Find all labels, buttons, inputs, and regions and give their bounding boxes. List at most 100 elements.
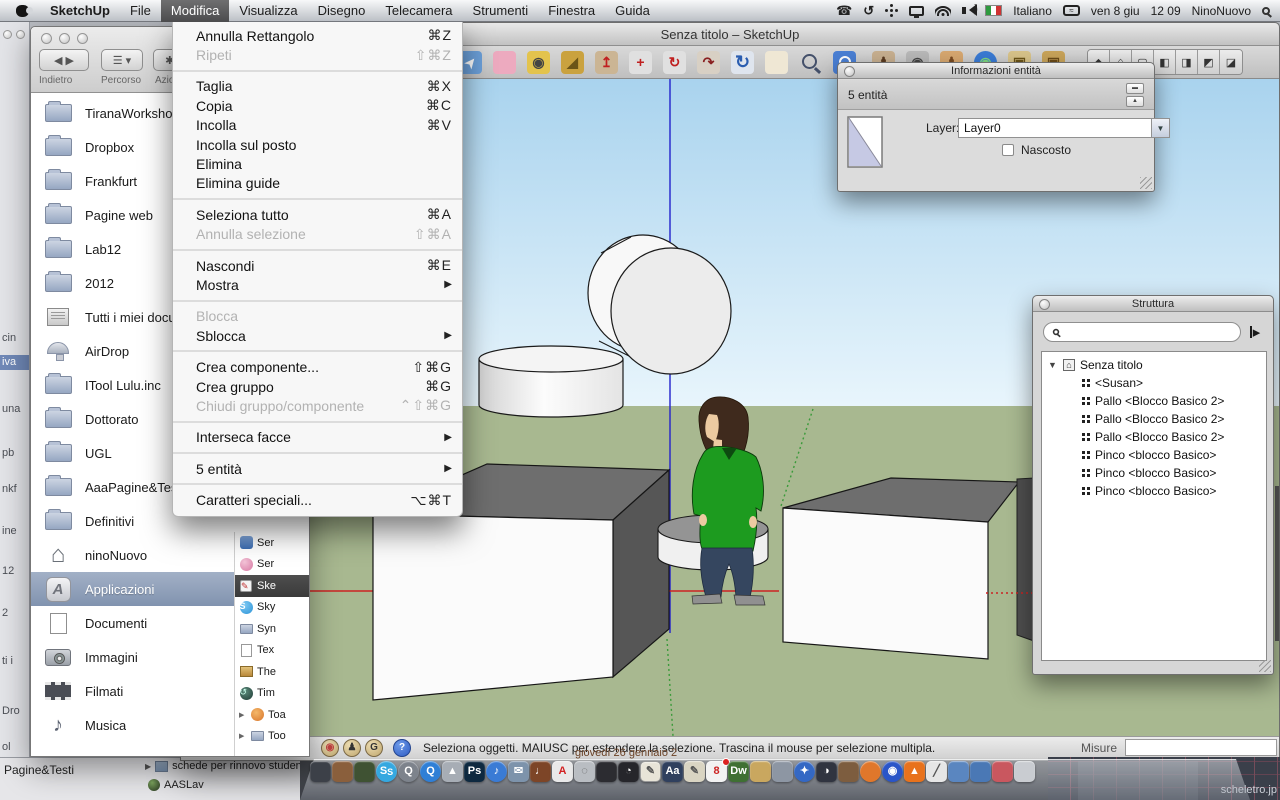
outliner-search-field[interactable] [1043, 322, 1241, 342]
iphoto-icon[interactable] [596, 761, 617, 782]
menu-item[interactable]: Copia ⌘C ▶ [173, 96, 462, 115]
disclosure-triangle-icon[interactable]: ▶ [239, 732, 246, 740]
hidden-checkbox[interactable] [1002, 144, 1014, 156]
finder-file-item[interactable]: ▶ Syn [235, 618, 309, 640]
italian-flag-icon[interactable] [985, 5, 1002, 16]
menu-item[interactable]: Incolla sul posto ▶ [173, 135, 462, 154]
orb-icon[interactable]: ◉ [882, 761, 903, 782]
outliner-row[interactable]: ▼ Pallo <Blocco Basico 2> [1042, 428, 1266, 446]
vlc-icon[interactable]: ▲ [904, 761, 925, 782]
outliner-row[interactable]: ▼ Senza titolo [1042, 356, 1266, 374]
notes-icon[interactable]: ✎ [684, 761, 705, 782]
finder-file-item[interactable]: ▶ The [235, 661, 309, 683]
finder-sidebar-item[interactable]: ninoNuovo [31, 538, 234, 572]
volume-icon[interactable] [962, 7, 966, 14]
garageband-icon[interactable]: ♩ [530, 761, 551, 782]
ical-icon[interactable]: 8 [706, 761, 727, 782]
layer-dropdown[interactable]: Layer0 ▼ [958, 118, 1170, 138]
menu-item[interactable]: Crea gruppo ⌘G ▶ [173, 377, 462, 396]
skype-icon[interactable]: S [376, 761, 397, 782]
menu-item[interactable]: Sblocca ▶ [173, 326, 462, 345]
minimize-button-icon[interactable] [59, 33, 70, 44]
zoom-tool-icon[interactable] [799, 51, 822, 74]
close-button-icon[interactable] [844, 66, 855, 77]
menu-item[interactable]: Mostra ▶ [173, 275, 462, 294]
finder-icon[interactable] [310, 761, 331, 782]
push-pull-tool-icon[interactable]: ↥ [595, 51, 618, 74]
back-forward-buttons[interactable]: ◀ ▶ [39, 49, 89, 71]
menu-bar-date[interactable]: ven 8 giu [1091, 4, 1140, 18]
menu-item[interactable]: Interseca facce ▶ [173, 428, 462, 447]
move-tool-icon[interactable]: + [629, 51, 652, 74]
zoom-button-icon[interactable] [77, 33, 88, 44]
bottom-view-icon[interactable]: ◪ [1220, 50, 1242, 74]
outliner-row[interactable]: ▼ Pinco <blocco Basico> [1042, 482, 1266, 500]
firefox-icon[interactable] [860, 761, 881, 782]
mail-icon[interactable]: ✉ [508, 761, 529, 782]
menu-item[interactable]: ▶ [173, 421, 462, 423]
quicktime-icon[interactable]: Q [398, 761, 419, 782]
search-input[interactable] [1065, 325, 1232, 339]
orbit-tool-icon[interactable]: ↻ [731, 51, 754, 74]
pencil-app-icon[interactable]: ╱ [926, 761, 947, 782]
finder-sidebar-item[interactable]: Applicazioni [31, 572, 234, 606]
finder-file-item[interactable]: ▶ Ske [235, 575, 309, 597]
menu-item[interactable]: ▶ [173, 452, 462, 454]
menu-item[interactable]: ▶ [173, 483, 462, 485]
menu-item[interactable]: Annulla selezione ⇧⌘A ▶ [173, 225, 462, 244]
clock-icon[interactable]: ◔ [618, 761, 639, 782]
tape-measure-tool-icon[interactable]: ◉ [527, 51, 550, 74]
geolocation-icon-icon[interactable]: ◉ [321, 739, 339, 757]
credits-icon-icon[interactable]: ♟ [343, 739, 361, 757]
back-view-icon[interactable]: ◨ [1176, 50, 1198, 74]
paint-bucket-tool-icon[interactable]: ◢ [561, 51, 584, 74]
pages-icon[interactable] [838, 761, 859, 782]
language-label[interactable]: Italiano [1013, 4, 1052, 18]
finder-file-item[interactable]: ▶ Ser [235, 554, 309, 576]
help-icon-icon[interactable]: ? [393, 739, 411, 757]
right-view-icon[interactable]: ◧ [1154, 50, 1176, 74]
menu-bar-item[interactable]: Visualizza [229, 0, 307, 22]
pan-tool-icon[interactable] [765, 51, 788, 74]
finder-sidebar-item[interactable]: Documenti [31, 606, 234, 640]
menu-item[interactable]: Taglia ⌘X ▶ [173, 77, 462, 96]
menu-bar-item[interactable]: Strumenti [463, 0, 539, 22]
folder-downloads-icon[interactable] [970, 761, 991, 782]
rocket-icon[interactable]: ▲ [442, 761, 463, 782]
disclosure-triangle-icon[interactable]: ▼ [1048, 360, 1058, 370]
close-button-icon[interactable] [1039, 299, 1050, 310]
user-menu[interactable]: NinoNuovo [1192, 4, 1251, 18]
menu-item[interactable]: Incolla ⌘V ▶ [173, 116, 462, 135]
finder-file-item[interactable]: ▶ Tex [235, 640, 309, 662]
itunes-icon[interactable]: ♪ [486, 761, 507, 782]
menu-item[interactable]: Chiudi gruppo/componente ⌃⇧⌘G ▶ [173, 396, 462, 415]
photoshop-icon[interactable]: Ps [464, 761, 485, 782]
acrobat-icon[interactable]: A [552, 761, 573, 782]
textedit-icon[interactable]: ✎ [640, 761, 661, 782]
menu-bar-item[interactable]: File [120, 0, 161, 22]
menu-item[interactable]: ▶ [173, 350, 462, 352]
menu-item[interactable]: Nascondi ⌘E ▶ [173, 256, 462, 275]
follow-me-tool-icon[interactable]: ↷ [697, 51, 720, 74]
menu-item[interactable]: Elimina ▶ [173, 154, 462, 173]
menu-item[interactable]: Annulla Rettangolo ⌘Z ▶ [173, 26, 462, 45]
dictionary-icon[interactable]: Aa [662, 761, 683, 782]
disclosure-triangle-icon[interactable]: ▶ [239, 711, 246, 719]
collapse-toggle-icon[interactable]: ▬▲ [1126, 83, 1144, 107]
path-button[interactable]: ☰ ▾ [101, 49, 143, 71]
finder-file-item[interactable]: ▶ Ser [235, 532, 309, 554]
menu-bar-item[interactable]: Finestra [538, 0, 605, 22]
menu-item[interactable]: 5 entità ▶ [173, 459, 462, 478]
eraser-tool-icon[interactable] [493, 51, 516, 74]
left-view-icon[interactable]: ◩ [1198, 50, 1220, 74]
menu-bar-item[interactable]: Modifica [161, 0, 229, 22]
folder-utilities-icon[interactable] [750, 761, 771, 782]
menu-item[interactable]: ▶ [173, 70, 462, 72]
widget-icon[interactable]: ≈ [1063, 5, 1080, 16]
outliner-row[interactable]: ▼ Pinco <blocco Basico> [1042, 446, 1266, 464]
outliner-row[interactable]: ▼ Pallo <Blocco Basico 2> [1042, 410, 1266, 428]
stack-cards-icon[interactable] [992, 761, 1013, 782]
chevron-down-icon[interactable]: ▼ [1151, 119, 1169, 137]
spotlight-icon[interactable] [1262, 7, 1270, 15]
outliner-row[interactable]: ▼ Pallo <Blocco Basico 2> [1042, 392, 1266, 410]
